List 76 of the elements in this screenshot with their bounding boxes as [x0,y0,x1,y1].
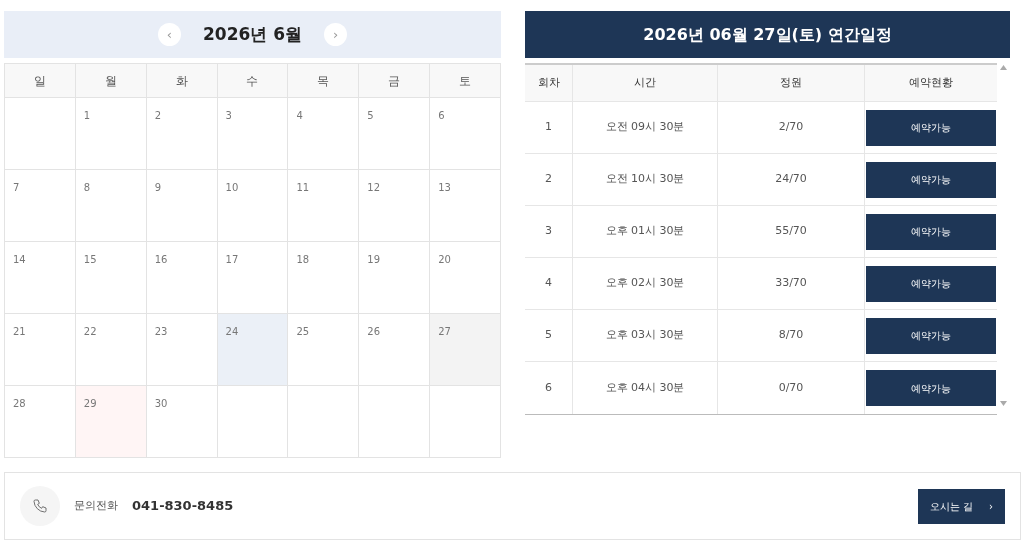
table-cell: 2/70 [778,119,804,136]
day-number[interactable]: 25 [296,326,310,337]
reserve-button[interactable]: 예약가능 [866,109,996,146]
reserve-button[interactable]: 예약가능 [866,265,996,302]
weekday-label: 월 [104,72,117,90]
table-cell: 55/70 [775,223,807,240]
day-number[interactable]: 6 [438,110,445,121]
day-number[interactable]: 11 [296,182,310,193]
table-cell: 오전 10시 30분 [605,171,685,188]
day-number[interactable]: 17 [225,254,239,265]
table-cell: 24/70 [775,171,807,188]
table-cell: 33/70 [775,275,807,292]
table-cell: 1 [545,119,552,136]
table-cell: 8/70 [778,327,804,344]
weekday-label: 화 [175,72,188,90]
day-number[interactable]: 7 [13,182,20,193]
day-number[interactable]: 15 [83,254,97,265]
weekday-label: 금 [388,72,401,90]
day-cell-highlight[interactable]: 29 [75,386,147,458]
table-cell: 3 [545,223,552,240]
directions-button[interactable]: 오시는 길 › [917,488,1005,524]
calendar-title: 2026년 6월 [202,22,303,46]
day-number[interactable]: 28 [13,398,26,409]
day-number: 29 [83,398,97,409]
table-cell-text: 6 [545,379,552,396]
table-cell: 5 [545,327,552,344]
day-number[interactable]: 23 [154,326,168,337]
day-number[interactable]: 10 [225,182,239,193]
weekday-label: 토 [459,72,472,90]
phone-number: 041-830-8485 [132,497,234,516]
day-number[interactable]: 12 [367,182,380,193]
day-number[interactable]: 18 [296,254,310,265]
reserve-button[interactable]: 예약가능 [866,370,996,406]
column-header: 회차 [537,74,560,91]
day-number[interactable]: 21 [13,326,26,337]
day-number[interactable]: 20 [438,254,451,265]
table-cell: 2 [545,171,552,188]
day-number[interactable]: 3 [225,110,232,121]
column-header: 정원 [780,74,802,91]
reserve-button[interactable]: 예약가능 [866,213,996,250]
day-number[interactable]: 14 [13,254,26,265]
reserve-button[interactable]: 예약가능 [866,317,996,354]
table-cell: 4 [545,275,552,292]
day-number[interactable]: 13 [438,182,451,193]
contact-label: 문의전화 [74,497,118,514]
day-number[interactable]: 2 [154,110,162,121]
day-number: 27 [438,326,451,337]
weekday-label: 목 [317,72,330,90]
table-cell: 오전 09시 30분 [605,119,685,136]
schedule-title: 2026년 06월 27일(토) 연간일정 [525,11,1010,58]
table-cell: 오후 03시 30분 [605,327,685,344]
day-cell-highlight[interactable]: 24 [217,314,289,386]
previous-month-button[interactable]: ‹ [157,23,181,46]
weekday-label: 수 [246,72,259,90]
table-cell: 오후 01시 30분 [605,223,685,240]
day-number: 24 [225,326,239,337]
day-number[interactable]: 4 [296,110,303,121]
table-cell-text: 오후 04시 30분 [605,379,685,396]
day-number[interactable]: 5 [367,110,374,121]
day-cell-highlight[interactable]: 27 [430,314,501,386]
day-number[interactable]: 26 [367,326,380,337]
reserve-button[interactable]: 예약가능 [866,161,996,198]
table-cell: 오후 02시 30분 [605,275,685,292]
table-cell-text: 0/70 [778,379,804,396]
column-header: 예약현황 [909,74,953,91]
day-number[interactable]: 1 [83,110,91,121]
phone-icon [32,498,48,514]
day-number[interactable]: 22 [83,326,97,337]
next-month-button[interactable]: › [324,23,348,46]
day-number[interactable]: 9 [154,182,162,193]
day-number[interactable]: 19 [367,254,380,265]
weekday-label: 일 [33,72,46,90]
day-number[interactable]: 30 [154,398,168,409]
day-number[interactable]: 16 [154,254,168,265]
day-number[interactable]: 8 [83,182,91,193]
column-header: 시간 [634,74,656,91]
